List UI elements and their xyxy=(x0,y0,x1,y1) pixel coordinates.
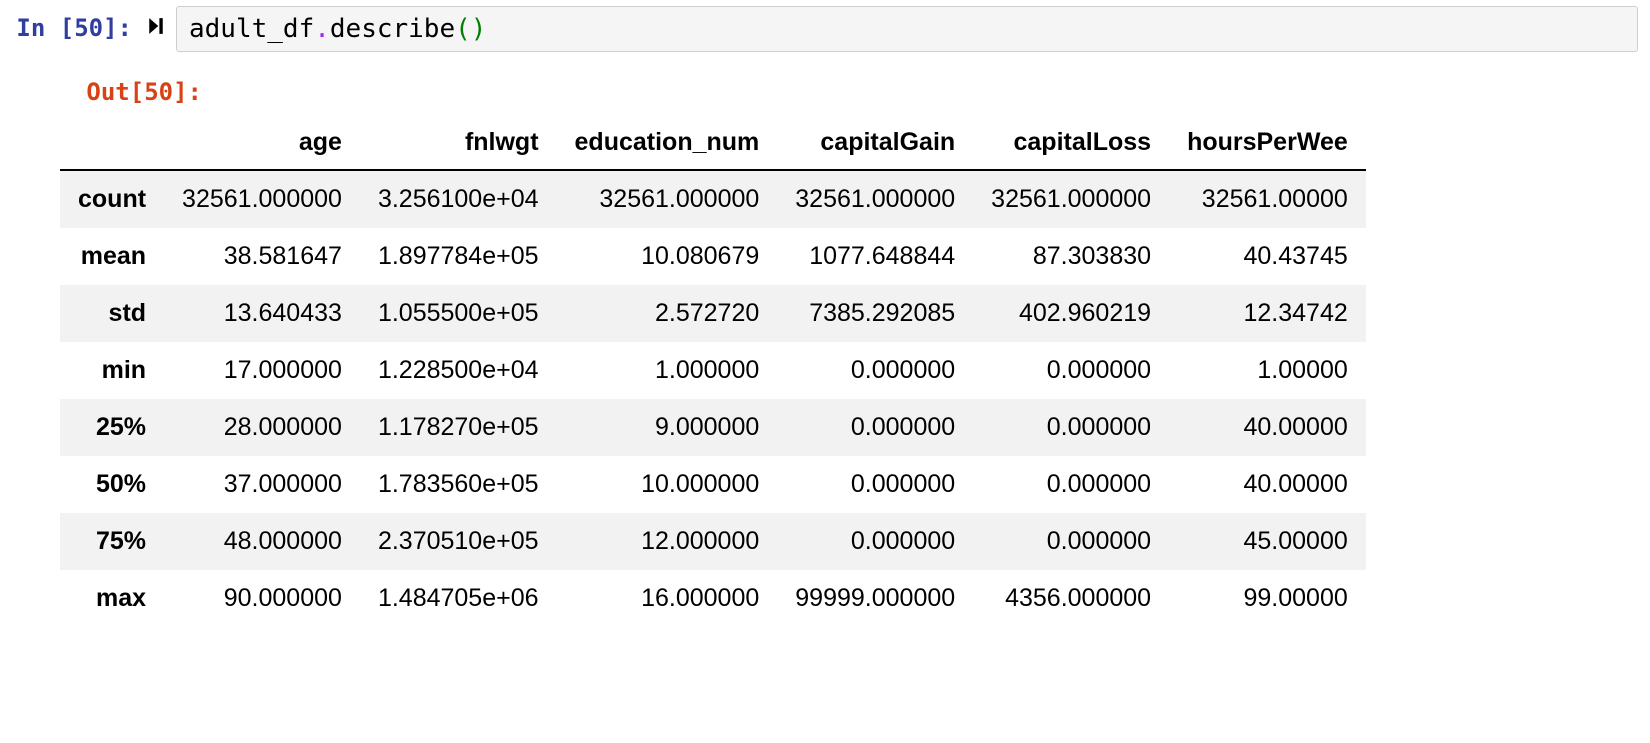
code-method: describe xyxy=(330,14,455,44)
cell: 0.000000 xyxy=(777,342,973,399)
row-label: 75% xyxy=(60,513,164,570)
cell: 1.055500e+05 xyxy=(360,285,557,342)
table-row: 25% 28.000000 1.178270e+05 9.000000 0.00… xyxy=(60,399,1366,456)
cell: 99.00000 xyxy=(1169,570,1366,627)
code-input[interactable]: adult_df.describe() xyxy=(176,6,1638,52)
cell: 45.00000 xyxy=(1169,513,1366,570)
cell: 40.00000 xyxy=(1169,456,1366,513)
input-prompt: In [50]: xyxy=(6,6,136,42)
row-label: count xyxy=(60,170,164,228)
code-parens: () xyxy=(455,14,486,44)
cell: 32561.000000 xyxy=(164,170,360,228)
code-dot: . xyxy=(314,14,330,44)
col-fnlwgt: fnlwgt xyxy=(360,116,557,170)
table-row: mean 38.581647 1.897784e+05 10.080679 10… xyxy=(60,228,1366,285)
cell: 0.000000 xyxy=(777,513,973,570)
cell: 3.256100e+04 xyxy=(360,170,557,228)
cell: 1.000000 xyxy=(557,342,778,399)
table-row: count 32561.000000 3.256100e+04 32561.00… xyxy=(60,170,1366,228)
table-header-row: age fnlwgt education_num capitalGain cap… xyxy=(60,116,1366,170)
table-corner xyxy=(60,116,164,170)
col-education-num: education_num xyxy=(557,116,778,170)
output-body: age fnlwgt education_num capitalGain cap… xyxy=(0,106,1650,633)
table-row: std 13.640433 1.055500e+05 2.572720 7385… xyxy=(60,285,1366,342)
row-label: mean xyxy=(60,228,164,285)
cell: 40.00000 xyxy=(1169,399,1366,456)
cell: 1.228500e+04 xyxy=(360,342,557,399)
cell: 0.000000 xyxy=(973,399,1169,456)
cell: 9.000000 xyxy=(557,399,778,456)
cell: 32561.000000 xyxy=(777,170,973,228)
run-cell-icon[interactable] xyxy=(146,16,166,36)
cell: 1.897784e+05 xyxy=(360,228,557,285)
table-row: 75% 48.000000 2.370510e+05 12.000000 0.0… xyxy=(60,513,1366,570)
row-label: max xyxy=(60,570,164,627)
cell: 1.484705e+06 xyxy=(360,570,557,627)
cell: 0.000000 xyxy=(777,456,973,513)
cell: 1.00000 xyxy=(1169,342,1366,399)
cell: 0.000000 xyxy=(973,342,1169,399)
cell: 99999.000000 xyxy=(777,570,973,627)
cell: 90.000000 xyxy=(164,570,360,627)
col-capital-gain: capitalGain xyxy=(777,116,973,170)
cell: 7385.292085 xyxy=(777,285,973,342)
cell: 28.000000 xyxy=(164,399,360,456)
col-age: age xyxy=(164,116,360,170)
cell: 13.640433 xyxy=(164,285,360,342)
cell: 1077.648844 xyxy=(777,228,973,285)
cell: 32561.000000 xyxy=(557,170,778,228)
code-identifier: adult_df xyxy=(189,14,314,44)
table-row: 50% 37.000000 1.783560e+05 10.000000 0.0… xyxy=(60,456,1366,513)
cell: 0.000000 xyxy=(777,399,973,456)
col-capital-loss: capitalLoss xyxy=(973,116,1169,170)
cell: 32561.000000 xyxy=(973,170,1169,228)
cell: 10.080679 xyxy=(557,228,778,285)
cell: 40.43745 xyxy=(1169,228,1366,285)
describe-table: age fnlwgt education_num capitalGain cap… xyxy=(60,116,1366,627)
cell: 0.000000 xyxy=(973,456,1169,513)
col-hours-per-week: hoursPerWee xyxy=(1169,116,1366,170)
cell: 1.178270e+05 xyxy=(360,399,557,456)
row-label: min xyxy=(60,342,164,399)
cell: 87.303830 xyxy=(973,228,1169,285)
table-body: count 32561.000000 3.256100e+04 32561.00… xyxy=(60,170,1366,627)
cell: 37.000000 xyxy=(164,456,360,513)
cell: 2.370510e+05 xyxy=(360,513,557,570)
cell: 12.34742 xyxy=(1169,285,1366,342)
cell: 4356.000000 xyxy=(973,570,1169,627)
table-row: min 17.000000 1.228500e+04 1.000000 0.00… xyxy=(60,342,1366,399)
row-label: 25% xyxy=(60,399,164,456)
output-prompt-row: Out[50]: xyxy=(0,52,1650,106)
cell: 402.960219 xyxy=(973,285,1169,342)
cell: 12.000000 xyxy=(557,513,778,570)
cell: 17.000000 xyxy=(164,342,360,399)
cell: 16.000000 xyxy=(557,570,778,627)
output-prompt: Out[50]: xyxy=(6,58,206,106)
table-row: max 90.000000 1.484705e+06 16.000000 999… xyxy=(60,570,1366,627)
cell: 32561.00000 xyxy=(1169,170,1366,228)
input-cell: In [50]: adult_df.describe() xyxy=(0,0,1650,52)
cell: 48.000000 xyxy=(164,513,360,570)
cell: 1.783560e+05 xyxy=(360,456,557,513)
cell: 2.572720 xyxy=(557,285,778,342)
cell: 38.581647 xyxy=(164,228,360,285)
row-label: 50% xyxy=(60,456,164,513)
row-label: std xyxy=(60,285,164,342)
cell: 0.000000 xyxy=(973,513,1169,570)
cell: 10.000000 xyxy=(557,456,778,513)
